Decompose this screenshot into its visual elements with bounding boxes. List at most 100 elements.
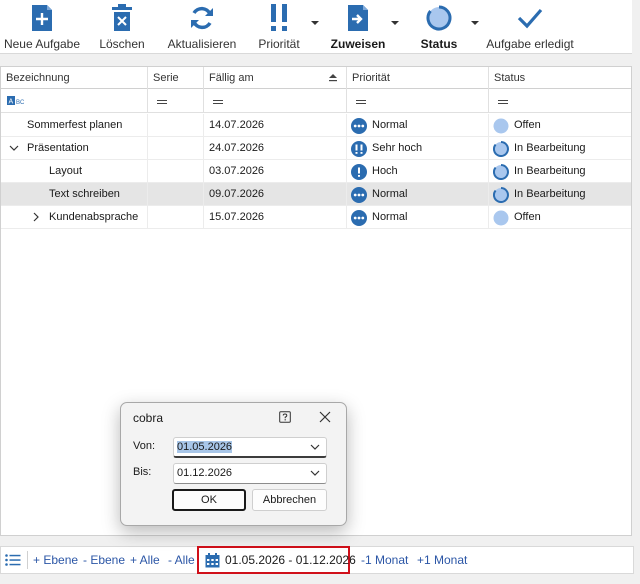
table-row[interactable]: Präsentation 24.07.2026 Sehr hoch In Bea… bbox=[1, 137, 631, 160]
status-dropdown-icon[interactable] bbox=[471, 19, 479, 27]
table-row[interactable]: Kundenabsprache 15.07.2026 Normal Offen bbox=[1, 206, 631, 229]
text-filter-icon: A BC bbox=[7, 96, 25, 106]
due-date: 09.07.2026 bbox=[209, 188, 265, 200]
priority-value: Sehr hoch bbox=[372, 142, 423, 154]
task-done-label: Aufgabe erledigt bbox=[486, 37, 574, 51]
divider bbox=[27, 551, 28, 569]
close-icon[interactable] bbox=[319, 411, 331, 423]
expand-chevron-icon[interactable] bbox=[31, 212, 41, 222]
remove-all-link[interactable]: - Alle bbox=[168, 547, 195, 573]
status-open-icon bbox=[493, 210, 509, 226]
assign-label: Zuweisen bbox=[330, 37, 386, 51]
toolbar: Neue Aufgabe Löschen Aktualisieren Prior… bbox=[0, 0, 632, 54]
to-date-field[interactable]: 01.12.2026 bbox=[173, 463, 327, 484]
status-label: Status bbox=[420, 37, 458, 51]
priority-label: Priorität bbox=[258, 37, 300, 51]
status-icon bbox=[424, 3, 454, 33]
filter-status[interactable] bbox=[489, 89, 631, 113]
collapse-chevron-icon[interactable] bbox=[9, 143, 19, 153]
new-task-icon bbox=[27, 3, 57, 33]
list-menu-icon[interactable] bbox=[5, 554, 21, 566]
filter-row: A BC bbox=[1, 89, 631, 113]
status-value: Offen bbox=[514, 119, 541, 131]
date-range-selector[interactable]: 01.05.2026 - 01.12.2026 bbox=[197, 546, 356, 574]
filter-due[interactable] bbox=[204, 89, 347, 113]
column-header-due[interactable]: Fällig am bbox=[204, 67, 347, 89]
table-row-selected[interactable]: Text schreiben 09.07.2026 Normal In Bear… bbox=[1, 183, 631, 206]
column-header-priority[interactable]: Priorität bbox=[347, 67, 489, 89]
assign-button[interactable]: Zuweisen bbox=[330, 0, 386, 52]
plus-month-link[interactable]: +1 Monat bbox=[417, 547, 467, 573]
status-in-progress-icon bbox=[493, 187, 509, 203]
column-header-status[interactable]: Status bbox=[489, 67, 631, 89]
due-date: 15.07.2026 bbox=[209, 211, 265, 223]
task-done-button[interactable]: Aufgabe erledigt bbox=[484, 0, 576, 52]
status-in-progress-icon bbox=[493, 164, 509, 180]
column-header-due-label: Fällig am bbox=[209, 72, 254, 84]
task-name: Layout bbox=[49, 165, 83, 177]
priority-value: Normal bbox=[372, 188, 408, 200]
priority-button[interactable]: Priorität bbox=[254, 0, 304, 52]
trash-icon bbox=[107, 3, 137, 33]
equals-icon bbox=[498, 100, 508, 104]
table-row[interactable]: Sommerfest planen 14.07.2026 Normal Offe… bbox=[1, 114, 631, 137]
bottom-bar: + Ebene - Ebene + Alle - Alle 01.05.2026… bbox=[0, 546, 634, 574]
delete-button[interactable]: Löschen bbox=[96, 0, 148, 52]
priority-value: Normal bbox=[372, 119, 408, 131]
task-name: Kundenabsprache bbox=[49, 211, 139, 223]
sort-ascending-icon bbox=[329, 74, 337, 82]
priority-icon bbox=[264, 3, 294, 33]
toolbar-scroll-edge bbox=[632, 0, 640, 54]
filter-priority[interactable] bbox=[347, 89, 489, 113]
status-value: Offen bbox=[514, 211, 541, 223]
column-header-series[interactable]: Serie bbox=[148, 67, 204, 89]
column-header-name[interactable]: Bezeichnung bbox=[1, 67, 148, 89]
from-date-value: 01.05.2026 bbox=[177, 441, 233, 453]
priority-dropdown-icon[interactable] bbox=[311, 19, 319, 27]
grid-header: Bezeichnung Serie Fällig am Priorität St… bbox=[1, 67, 631, 89]
task-name: Text schreiben bbox=[49, 188, 120, 200]
due-date: 03.07.2026 bbox=[209, 165, 265, 177]
status-value: In Bearbeitung bbox=[514, 142, 586, 154]
chevron-down-icon[interactable] bbox=[310, 443, 320, 451]
new-task-button[interactable]: Neue Aufgabe bbox=[2, 0, 82, 52]
add-level-link[interactable]: + Ebene bbox=[33, 547, 78, 573]
remove-level-link[interactable]: - Ebene bbox=[83, 547, 125, 573]
task-name: Präsentation bbox=[27, 142, 89, 154]
delete-label: Löschen bbox=[99, 37, 145, 51]
calendar-icon bbox=[205, 553, 220, 568]
status-button[interactable]: Status bbox=[416, 0, 462, 52]
series-cell bbox=[148, 206, 204, 229]
status-value: In Bearbeitung bbox=[514, 165, 586, 177]
priority-normal-icon bbox=[351, 210, 367, 226]
chevron-down-icon[interactable] bbox=[310, 469, 320, 477]
help-icon[interactable] bbox=[279, 411, 291, 423]
status-open-icon bbox=[493, 118, 509, 134]
due-date: 14.07.2026 bbox=[209, 119, 265, 131]
from-date-field[interactable]: 01.05.2026 bbox=[173, 437, 327, 458]
filter-series[interactable] bbox=[148, 89, 204, 113]
refresh-icon bbox=[187, 3, 217, 33]
checkmark-icon bbox=[515, 3, 545, 33]
due-date: 24.07.2026 bbox=[209, 142, 265, 154]
assign-dropdown-icon[interactable] bbox=[391, 19, 399, 27]
priority-value: Hoch bbox=[372, 165, 398, 177]
status-in-progress-icon bbox=[493, 141, 509, 157]
equals-icon bbox=[356, 100, 366, 104]
dialog-title: cobra bbox=[133, 411, 164, 425]
table-row[interactable]: Layout 03.07.2026 Hoch In Bearbeitung bbox=[1, 160, 631, 183]
priority-normal-icon bbox=[351, 187, 367, 203]
add-all-link[interactable]: + Alle bbox=[130, 547, 160, 573]
assign-icon bbox=[343, 3, 373, 33]
date-range-dialog: cobra Von: 01.05.2026 Bis: 01.12.2026 OK… bbox=[120, 402, 347, 526]
series-cell bbox=[148, 160, 204, 183]
series-cell bbox=[148, 137, 204, 160]
cancel-button[interactable]: Abbrechen bbox=[252, 489, 327, 511]
ok-button[interactable]: OK bbox=[172, 489, 246, 511]
filter-name[interactable]: A BC bbox=[1, 89, 148, 113]
to-label: Bis: bbox=[133, 466, 152, 478]
series-cell bbox=[148, 183, 204, 206]
minus-month-link[interactable]: -1 Monat bbox=[361, 547, 408, 573]
refresh-button[interactable]: Aktualisieren bbox=[166, 0, 238, 52]
status-value: In Bearbeitung bbox=[514, 188, 586, 200]
